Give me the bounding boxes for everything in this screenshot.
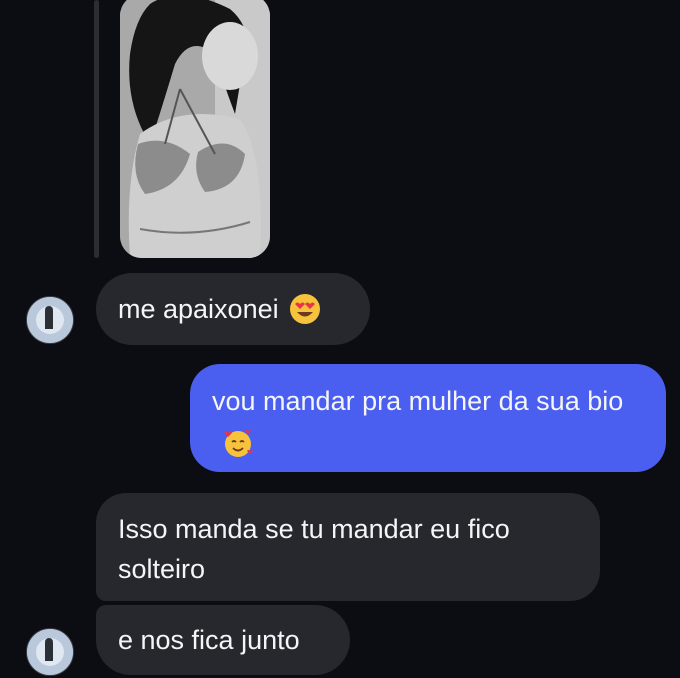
message-bubble-outgoing[interactable]: vou mandar pra mulher da sua bio <box>190 364 666 472</box>
message-text: e nos fica junto <box>118 625 300 655</box>
message-text: Isso manda se tu mandar eu fico solteiro <box>118 514 510 584</box>
avatar-picture <box>27 297 73 343</box>
avatar-picture <box>27 629 73 675</box>
message-bubble-incoming[interactable]: Isso manda se tu mandar eu fico solteiro <box>96 493 600 601</box>
avatar[interactable] <box>26 628 74 676</box>
message-bubble-incoming[interactable]: e nos fica junto <box>96 605 350 675</box>
reply-thread-line <box>94 0 99 258</box>
message-text: vou mandar pra mulher da sua bio <box>212 386 624 416</box>
shared-photo[interactable] <box>120 0 270 258</box>
smiling-face-with-hearts-emoji <box>224 429 253 457</box>
message-bubble-incoming[interactable]: me apaixonei <box>96 273 370 345</box>
message-text: me apaixonei <box>118 294 279 324</box>
avatar[interactable] <box>26 296 74 344</box>
heart-eyes-emoji <box>289 294 320 324</box>
